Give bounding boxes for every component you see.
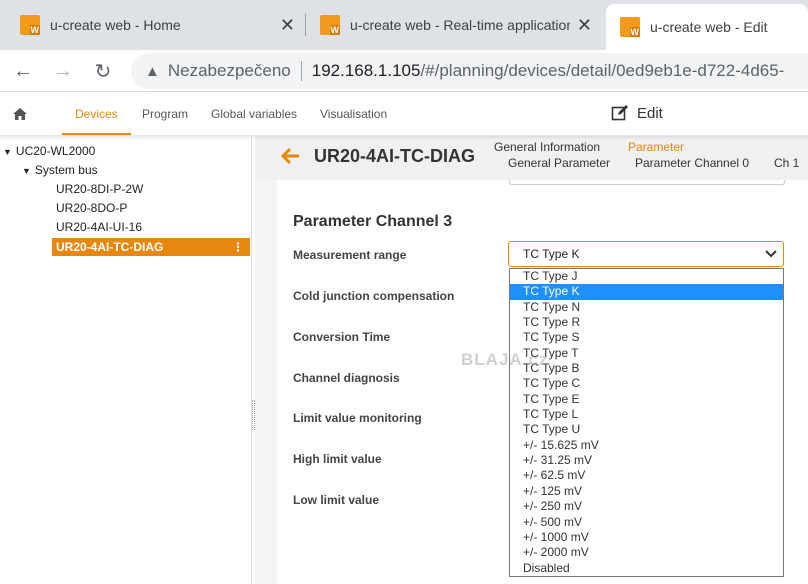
label-cold-junction: Cold junction compensation [293, 289, 455, 303]
dropdown-option[interactable]: +/- 500 mV [510, 515, 783, 530]
dropdown-option[interactable]: +/- 250 mV [510, 499, 783, 514]
edit-icon [611, 105, 628, 121]
back-icon[interactable]: ← [10, 58, 36, 84]
dropdown-option[interactable]: TC Type U [510, 422, 783, 437]
address-host: 192.168.1.105 [311, 61, 421, 80]
home-icon[interactable] [12, 106, 28, 122]
tree-node-module[interactable]: UR20-8DI-P-2W [56, 180, 143, 198]
dropdown-option[interactable]: TC Type S [510, 330, 783, 345]
app-favicon-icon [620, 17, 640, 37]
tab-channel-1[interactable]: Ch 1 [774, 156, 799, 170]
dropdown-option[interactable]: TC Type L [510, 407, 783, 422]
dropdown-option[interactable]: TC Type C [510, 376, 783, 391]
tree-node-system-bus[interactable]: ▼ System bus [22, 161, 98, 179]
dropdown-option[interactable]: +/- 2000 mV [510, 545, 783, 560]
dropdown-option[interactable]: TC Type T [510, 346, 783, 361]
dropdown-option[interactable]: TC Type J [510, 269, 783, 284]
dropdown-option[interactable]: +/- 62.5 mV [510, 468, 783, 483]
browser-tab-strip: u-create web - Home ✕ u-create web - Rea… [0, 0, 808, 50]
dropdown-option[interactable]: +/- 15.625 mV [510, 438, 783, 453]
device-tree: ▼ UC20-WL2000 ▼ System bus UR20-8DI-P-2W U… [0, 136, 252, 584]
caret-down-icon[interactable]: ▼ [3, 143, 12, 161]
tree-node-label: UC20-WL2000 [15, 144, 96, 158]
tree-node-label: System bus [34, 163, 98, 177]
back-arrow-icon[interactable] [281, 147, 301, 165]
more-options-icon[interactable]: ⋮ [232, 238, 244, 256]
caret-down-icon[interactable]: ▼ [22, 162, 31, 180]
tree-node-module[interactable]: UR20-4AI-UI-16 [56, 218, 142, 236]
measurement-range-select[interactable]: TC Type K [508, 241, 784, 267]
address-path: /#/planning/devices/detail/0ed9eb1e-d722… [420, 61, 785, 80]
dropdown-option[interactable]: +/- 125 mV [510, 484, 783, 499]
dropdown-option[interactable]: TC Type N [510, 300, 783, 315]
dropdown-option[interactable]: +/- 31.25 mV [510, 453, 783, 468]
device-title: UR20-4AI-TC-DIAG [314, 146, 476, 166]
label-channel-diagnosis: Channel diagnosis [293, 371, 400, 385]
edit-label: Edit [637, 104, 663, 122]
warning-icon[interactable]: ▲ [145, 63, 160, 80]
label-conversion-time: Conversion Time [293, 330, 391, 344]
tab-general-parameter[interactable]: General Parameter [508, 156, 610, 170]
reload-icon[interactable]: ↻ [90, 58, 116, 84]
address-bar[interactable]: ▲ Nezabezpečeno 192.168.1.105 /#/plannin… [131, 53, 808, 89]
dropdown-option[interactable]: +/- 1000 mV [510, 530, 783, 545]
close-tab-icon[interactable]: ✕ [577, 15, 592, 36]
select-value: TC Type K [523, 247, 580, 261]
browser-tab-edit[interactable]: u-create web - Edit [606, 4, 808, 50]
tree-node-label: UR20-4AI-TC-DIAG [56, 240, 164, 254]
dropdown-option[interactable]: Disabled [510, 561, 783, 576]
dropdown-option[interactable]: TC Type R [510, 315, 783, 330]
nav-tab-global-variables[interactable]: Global variables [211, 93, 297, 135]
label-low-limit: Low limit value [293, 493, 380, 507]
tree-node-selected-module[interactable]: UR20-4AI-TC-DIAG ⋮ [52, 238, 250, 256]
app-favicon-icon [20, 15, 40, 35]
dropdown-option[interactable]: TC Type K [510, 284, 783, 300]
tab-parameter-channel-0[interactable]: Parameter Channel 0 [635, 156, 749, 170]
edit-mode-indicator[interactable]: Edit [611, 104, 663, 122]
tab-title: u-create web - Real-time application [350, 17, 570, 33]
browser-toolbar: ← → ↻ ▲ Nezabezpečeno 192.168.1.105 /#/p… [0, 50, 808, 92]
detail-header: UR20-4AI-TC-DIAG General Information Par… [255, 136, 808, 180]
watermark: BLAJA.cz [461, 350, 549, 369]
nav-tab-devices[interactable]: Devices [62, 93, 131, 135]
browser-tab-realtime[interactable]: u-create web - Real-time application ✕ [320, 0, 602, 50]
app-favicon-icon [320, 15, 340, 35]
tree-node-controller[interactable]: ▼ UC20-WL2000 [3, 142, 95, 160]
dropdown-option[interactable]: TC Type B [510, 361, 783, 376]
nav-tab-visualisation[interactable]: Visualisation [320, 93, 387, 135]
dropdown-option[interactable]: TC Type E [510, 392, 783, 407]
chevron-down-icon [765, 250, 777, 258]
tab-parameter[interactable]: Parameter [628, 140, 684, 154]
browser-tab-home[interactable]: u-create web - Home ✕ [20, 0, 305, 50]
nav-tab-program[interactable]: Program [142, 93, 188, 135]
previous-field-edge [509, 180, 785, 185]
label-measurement-range: Measurement range [293, 248, 407, 262]
measurement-range-options: TC Type J TC Type K TC Type N TC Type R TC T… [509, 268, 784, 577]
tab-separator [305, 14, 306, 36]
tree-node-module[interactable]: UR20-8DO-P [56, 199, 127, 217]
label-limit-monitoring: Limit value monitoring [293, 411, 422, 425]
tab-title: u-create web - Home [50, 17, 181, 33]
tab-title: u-create web - Edit [650, 19, 768, 35]
forward-icon[interactable]: → [50, 58, 76, 84]
tab-general-information[interactable]: General Information [494, 140, 600, 154]
section-title: Parameter Channel 3 [293, 213, 453, 230]
security-label: Nezabezpečeno [167, 61, 291, 80]
address-divider [300, 61, 302, 81]
close-tab-icon[interactable]: ✕ [280, 15, 295, 36]
app-header: Devices Program Global variables Visuali… [0, 93, 808, 135]
label-high-limit: High limit value [293, 452, 382, 466]
